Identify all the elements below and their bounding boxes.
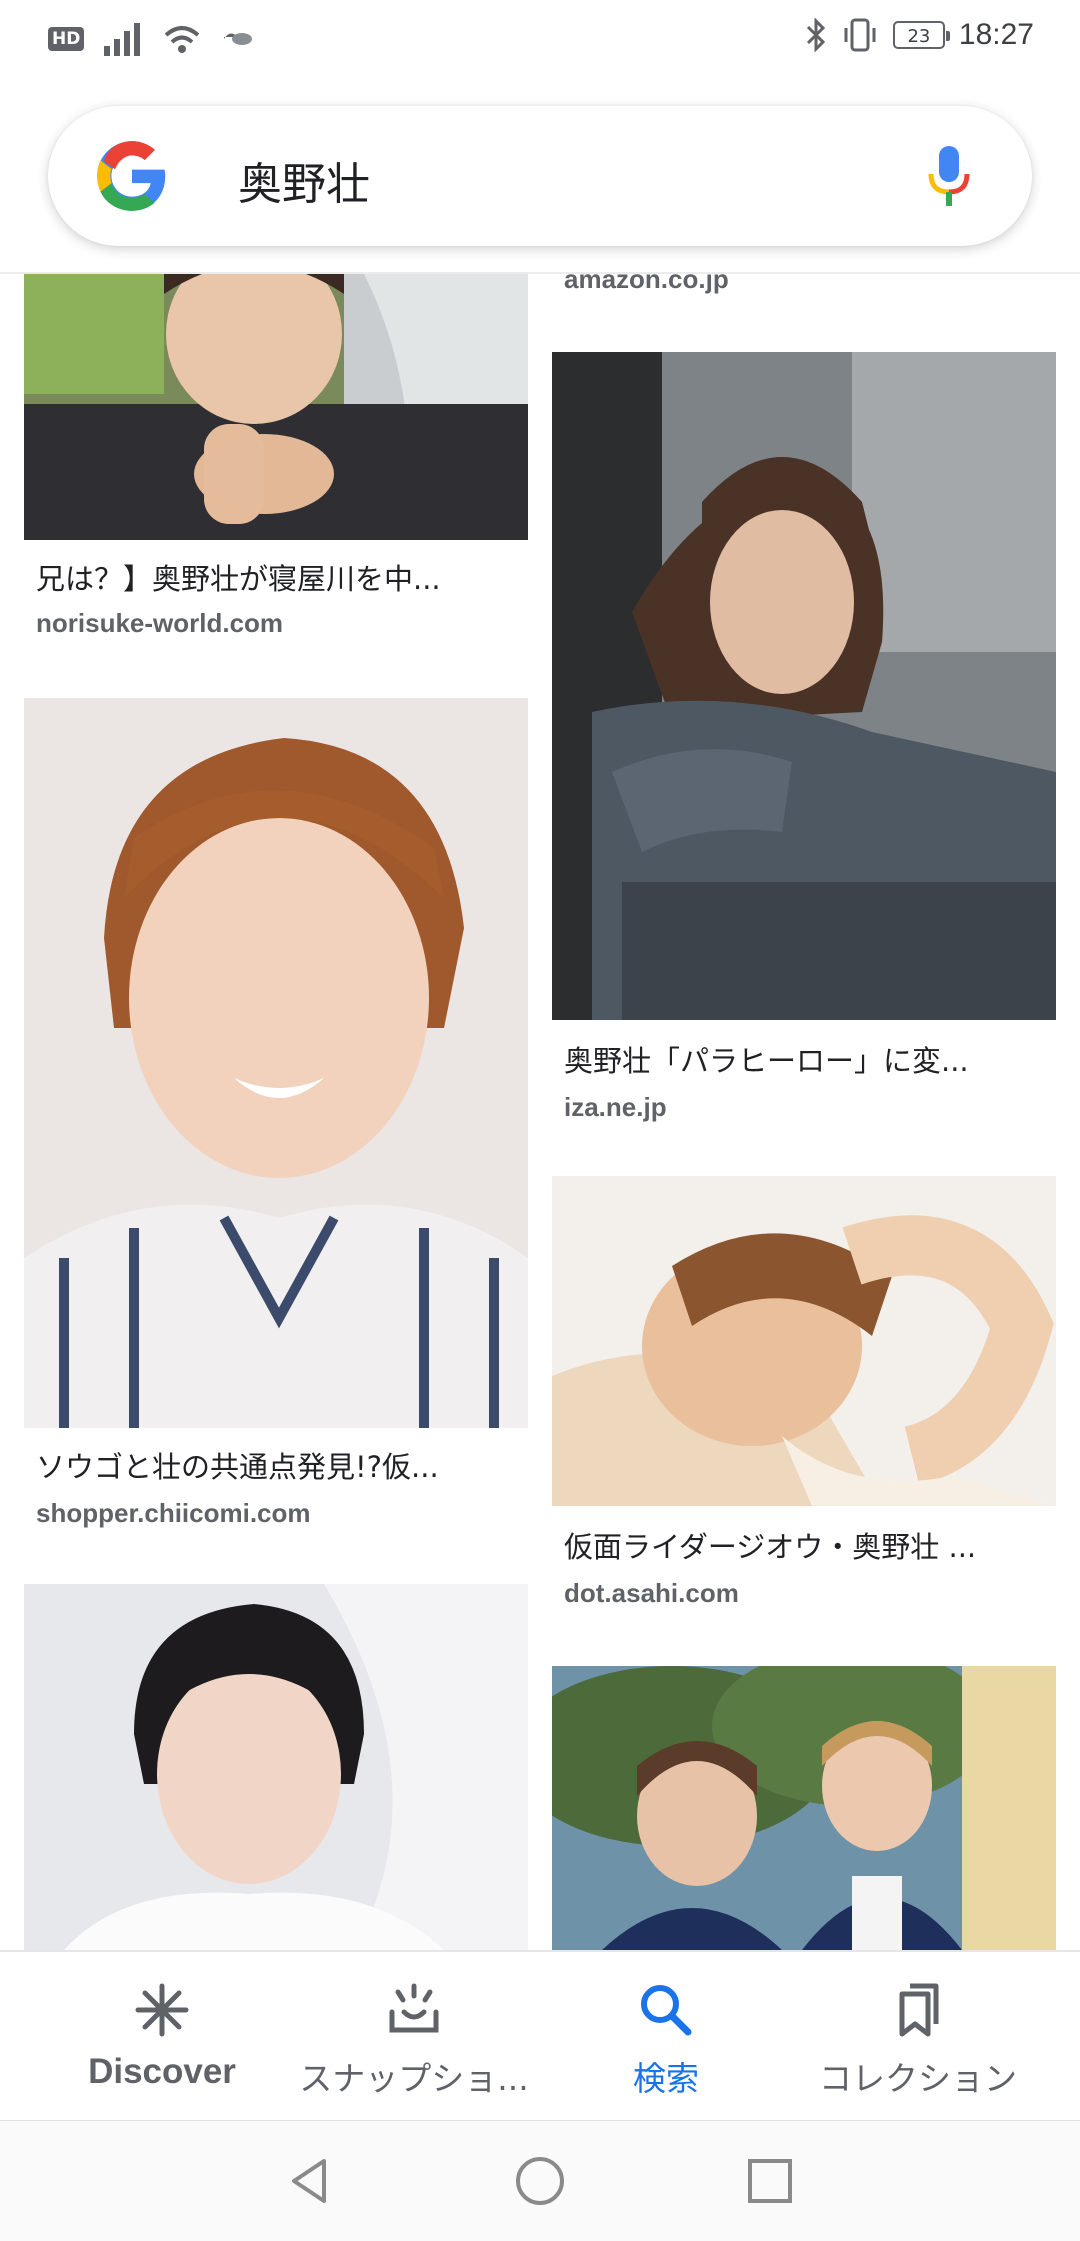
image-results: amazon.co.jp 兄は？】奥野壮が寝屋川を中... norisuke-w… xyxy=(0,274,1080,1950)
weather-icon xyxy=(224,33,253,45)
signal-icon xyxy=(104,23,141,56)
asterisk-icon xyxy=(135,1983,189,2037)
hd-badge: HD xyxy=(48,27,85,51)
result-thumbnail[interactable] xyxy=(552,352,1056,1020)
nav-search-label: 検索 xyxy=(633,2059,699,2098)
nav-collections-label: コレクション xyxy=(819,2059,1017,2098)
back-icon[interactable] xyxy=(282,2153,338,2209)
result-card[interactable]: ソウゴと壮の共通点発見!?仮... shopper.chiicomi.com xyxy=(24,698,528,1528)
result-source[interactable]: norisuke-world.com xyxy=(36,608,283,639)
result-source[interactable]: dot.asahi.com xyxy=(564,1578,739,1609)
bluetooth-icon xyxy=(806,18,826,52)
system-navigation xyxy=(0,2120,1080,2241)
nav-collections[interactable]: コレクション xyxy=(783,1952,1053,2122)
result-thumbnail[interactable] xyxy=(552,1176,1056,1506)
clock: 18:27 xyxy=(958,18,1034,51)
nav-snapshot[interactable]: スナップショ... xyxy=(279,1952,549,2122)
nav-snapshot-label: スナップショ... xyxy=(299,2059,529,2098)
status-bar: HD 23 18:27 xyxy=(0,0,1080,80)
result-source[interactable]: iza.ne.jp xyxy=(564,1092,667,1123)
result-card[interactable]: 奥野壮「パラヒーロー」に変... iza.ne.jp xyxy=(552,352,1056,1132)
result-thumbnail[interactable] xyxy=(24,1584,528,1950)
result-card[interactable] xyxy=(24,1584,528,1950)
result-card[interactable] xyxy=(552,1666,1056,1950)
search-query[interactable]: 奥野壮 xyxy=(238,148,370,212)
nav-discover[interactable]: Discover xyxy=(27,1952,297,2122)
search-bar[interactable]: 奥野壮 xyxy=(48,106,1032,246)
search-icon xyxy=(641,1985,692,2036)
result-title[interactable]: 仮面ライダージオウ・奥野壮 ... xyxy=(564,1524,1044,1566)
nav-discover-label: Discover xyxy=(88,2052,236,2091)
status-right: 23 18:27 xyxy=(805,18,1034,52)
result-source[interactable]: shopper.chiicomi.com xyxy=(36,1498,311,1529)
vibrate-icon xyxy=(844,18,876,52)
result-thumbnail[interactable] xyxy=(24,698,528,1428)
result-title[interactable]: 兄は？】奥野壮が寝屋川を中... xyxy=(36,556,516,598)
google-logo-icon xyxy=(97,141,166,211)
result-title[interactable]: ソウゴと壮の共通点発見!?仮... xyxy=(36,1444,516,1486)
result-card[interactable]: 兄は？】奥野壮が寝屋川を中... norisuke-world.com xyxy=(24,274,528,638)
nav-search[interactable]: 検索 xyxy=(531,1952,801,2122)
battery-indicator: 23 xyxy=(892,21,950,49)
collections-icon xyxy=(899,1983,939,2037)
wifi-icon xyxy=(165,26,200,53)
result-source[interactable]: amazon.co.jp xyxy=(564,274,729,295)
bottom-navigation: Discover スナップショ... 検索 コレクション xyxy=(0,1950,1080,2122)
home-icon[interactable] xyxy=(512,2153,568,2209)
snapshot-icon xyxy=(389,1983,439,2033)
microphone-icon[interactable] xyxy=(924,144,974,210)
result-thumbnail[interactable] xyxy=(552,1666,1056,1950)
result-title[interactable]: 奥野壮「パラヒーロー」に変... xyxy=(564,1038,1044,1080)
status-left: HD xyxy=(48,22,254,56)
result-thumbnail[interactable] xyxy=(24,274,528,540)
result-card[interactable]: 仮面ライダージオウ・奥野壮 ... dot.asahi.com xyxy=(552,1176,1056,1608)
recents-icon[interactable] xyxy=(742,2153,798,2209)
